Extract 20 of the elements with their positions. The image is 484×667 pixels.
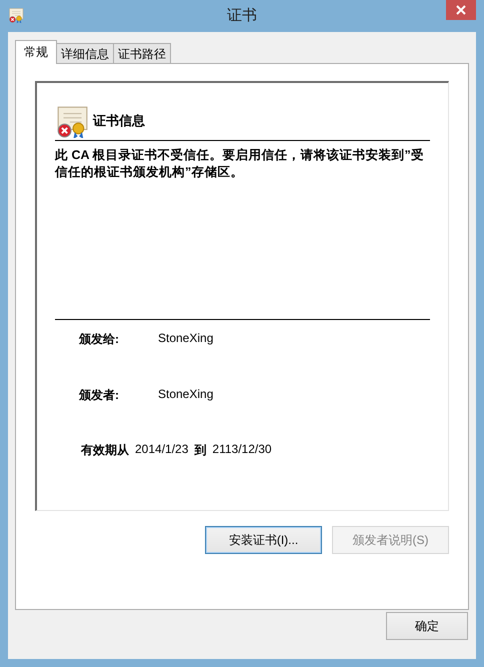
field-label: 颁发给: <box>79 331 120 348</box>
section-heading: 证书信息 <box>93 112 145 130</box>
close-icon <box>456 5 466 15</box>
ok-button[interactable]: 确定 <box>386 612 468 640</box>
trust-message: 此 CA 根目录证书不受信任。要启用信任，请将该证书安装到”受信任的根证书颁发机构”存储区。 <box>55 147 425 181</box>
close-button[interactable] <box>446 0 476 20</box>
field-value: 2014/1/23 <box>135 442 188 458</box>
field-value: StoneXing <box>158 387 214 403</box>
window-title: 证书 <box>227 7 257 24</box>
field-label: 颁发者: <box>79 387 120 404</box>
certificate-icon <box>55 104 89 138</box>
tab[interactable]: 常规 <box>15 40 57 64</box>
tab[interactable]: 详细信息 <box>56 43 114 63</box>
action-button[interactable]: 安装证书(I)... <box>205 526 322 554</box>
field-label: 到 <box>194 442 206 459</box>
certificate-icon <box>8 7 24 23</box>
tab[interactable]: 证书路径 <box>113 43 171 63</box>
field-value: 2113/12/30 <box>212 442 272 458</box>
field-label: 有效期从 <box>81 442 129 459</box>
field-value: StoneXing <box>158 331 214 347</box>
